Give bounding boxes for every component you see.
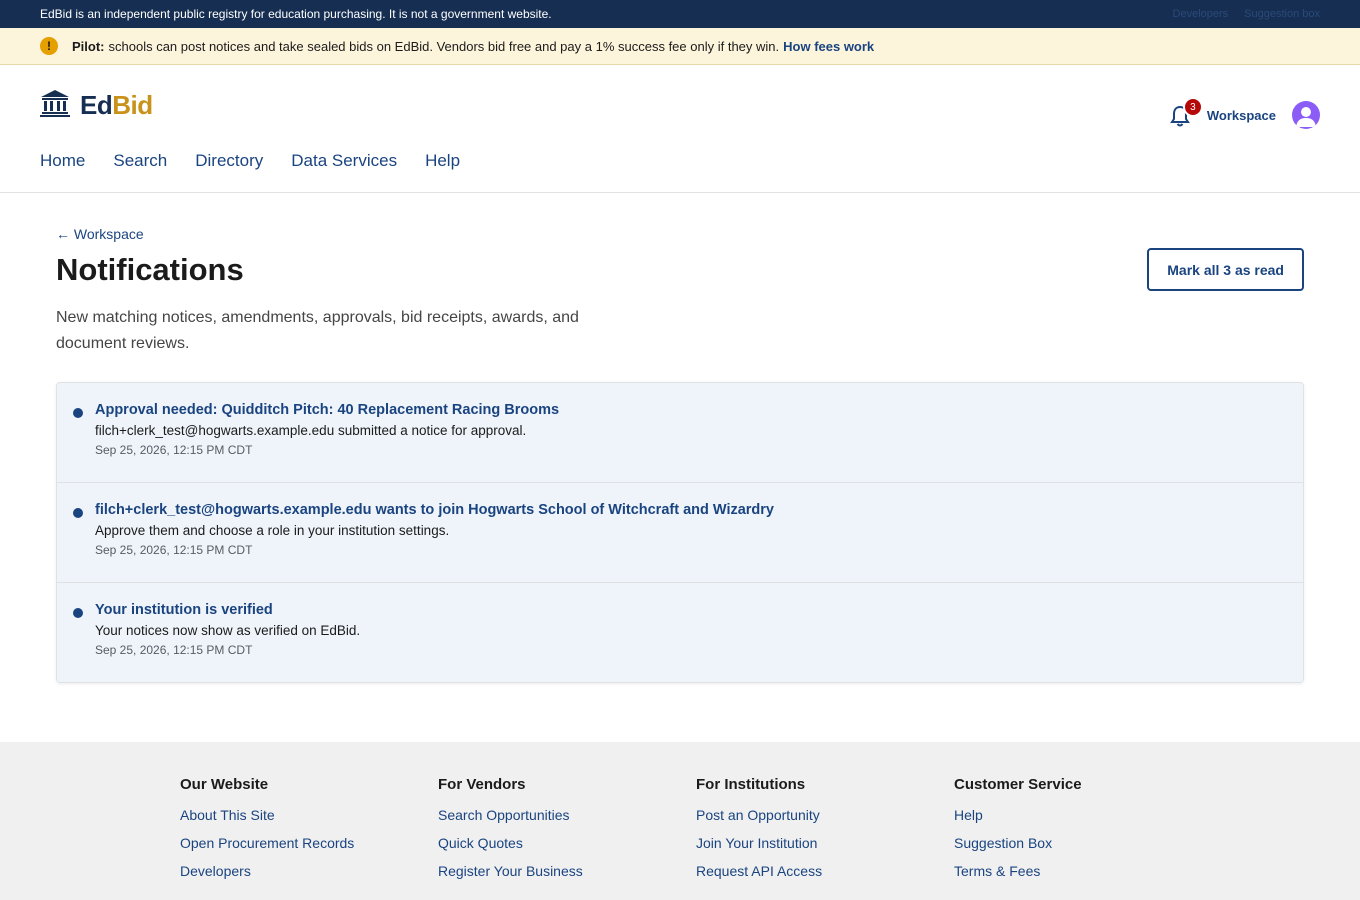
notification-time: Sep 25, 2026, 12:15 PM CDT <box>95 643 253 657</box>
nav-search[interactable]: Search <box>113 151 167 171</box>
banner-links: Developers Suggestion box <box>1173 8 1320 20</box>
banner-link-developers[interactable]: Developers <box>1173 8 1229 20</box>
warning-icon: ! <box>40 37 58 55</box>
unread-dot-icon <box>73 608 83 618</box>
footer-column-customer-service: Customer Service Help Suggestion Box Ter… <box>954 776 1212 891</box>
unread-dot-icon <box>73 508 83 518</box>
header-actions: 3 Workspace <box>1169 97 1320 129</box>
notification-time: Sep 25, 2026, 12:15 PM CDT <box>95 543 253 557</box>
nav-help[interactable]: Help <box>425 151 460 171</box>
banner-text: EdBid is an independent public registry … <box>40 7 552 21</box>
footer-link-terms-fees[interactable]: Terms & Fees <box>954 863 1212 879</box>
footer-link-post-opportunity[interactable]: Post an Opportunity <box>696 807 954 823</box>
main-nav: Home Search Directory Data Services Help <box>40 151 460 171</box>
nav-directory[interactable]: Directory <box>195 151 263 171</box>
notification-time: Sep 25, 2026, 12:15 PM CDT <box>95 443 253 457</box>
user-avatar[interactable] <box>1292 101 1320 129</box>
site-footer: Our Website About This Site Open Procure… <box>0 742 1360 900</box>
footer-link-quick-quotes[interactable]: Quick Quotes <box>438 835 696 851</box>
footer-link-suggestion-box[interactable]: Suggestion Box <box>954 835 1212 851</box>
pilot-alert: ! Pilot: schools can post notices and ta… <box>0 28 1360 65</box>
footer-link-register-business[interactable]: Register Your Business <box>438 863 696 879</box>
footer-column-vendors: For Vendors Search Opportunities Quick Q… <box>438 776 696 891</box>
arrow-left-icon: ← <box>56 226 70 242</box>
notification-count-badge: 3 <box>1182 97 1203 117</box>
footer-columns: Our Website About This Site Open Procure… <box>180 776 1212 891</box>
nav-home[interactable]: Home <box>40 151 85 171</box>
footer-link-search-opportunities[interactable]: Search Opportunities <box>438 807 696 823</box>
notification-item[interactable]: filch+clerk_test@hogwarts.example.edu wa… <box>57 483 1303 583</box>
footer-link-request-api[interactable]: Request API Access <box>696 863 954 879</box>
top-banner: EdBid is an independent public registry … <box>0 0 1360 28</box>
logo-wordmark: EdBid <box>80 90 153 120</box>
footer-link-join-institution[interactable]: Join Your Institution <box>696 835 954 851</box>
unread-dot-icon <box>73 408 83 418</box>
footer-column-our-website: Our Website About This Site Open Procure… <box>180 776 438 891</box>
footer-heading: Customer Service <box>954 776 1082 793</box>
how-fees-work-link[interactable]: How fees work <box>783 39 874 54</box>
footer-link-help[interactable]: Help <box>954 807 1212 823</box>
footer-link-about[interactable]: About This Site <box>180 807 438 823</box>
notification-title[interactable]: Your institution is verified <box>95 602 273 618</box>
page-title: Notifications <box>56 252 244 287</box>
user-icon <box>1296 107 1316 127</box>
alert-label: Pilot: <box>72 38 105 54</box>
notification-body: Your notices now show as verified on EdB… <box>95 623 361 638</box>
notifications-bell[interactable]: 3 <box>1169 97 1203 129</box>
footer-heading: For Institutions <box>696 776 806 793</box>
main-content: ← Workspace Notifications Mark all 3 as … <box>56 226 1304 683</box>
edbid-logo[interactable]: EdBid <box>40 89 153 122</box>
notification-title[interactable]: Approval needed: Quidditch Pitch: 40 Rep… <box>95 402 559 418</box>
notification-item[interactable]: Approval needed: Quidditch Pitch: 40 Rep… <box>57 383 1303 483</box>
footer-link-developers[interactable]: Developers <box>180 863 438 879</box>
title-row: Notifications Mark all 3 as read <box>56 248 1304 291</box>
workspace-link[interactable]: Workspace <box>1207 108 1276 123</box>
footer-heading: Our Website <box>180 776 269 793</box>
notification-body: filch+clerk_test@hogwarts.example.edu su… <box>95 423 527 438</box>
notification-body: Approve them and choose a role in your i… <box>95 523 450 538</box>
footer-link-open-records[interactable]: Open Procurement Records <box>180 835 438 851</box>
footer-heading: For Vendors <box>438 776 526 793</box>
footer-column-institutions: For Institutions Post an Opportunity Joi… <box>696 776 954 891</box>
mark-all-read-button[interactable]: Mark all 3 as read <box>1147 248 1304 291</box>
notification-title[interactable]: filch+clerk_test@hogwarts.example.edu wa… <box>95 502 774 518</box>
back-to-workspace-link[interactable]: ← Workspace <box>56 226 144 242</box>
notification-item[interactable]: Your institution is verified Your notice… <box>57 583 1303 682</box>
banner-link-suggestion-box[interactable]: Suggestion box <box>1244 8 1320 20</box>
page-subtitle: New matching notices, amendments, approv… <box>56 309 579 352</box>
site-header: EdBid Home Search Directory Data Service… <box>0 65 1360 193</box>
nav-data-services[interactable]: Data Services <box>291 151 397 171</box>
institution-icon <box>40 89 70 122</box>
notification-list: Approval needed: Quidditch Pitch: 40 Rep… <box>56 382 1304 683</box>
alert-text: schools can post notices and take sealed… <box>108 38 780 54</box>
